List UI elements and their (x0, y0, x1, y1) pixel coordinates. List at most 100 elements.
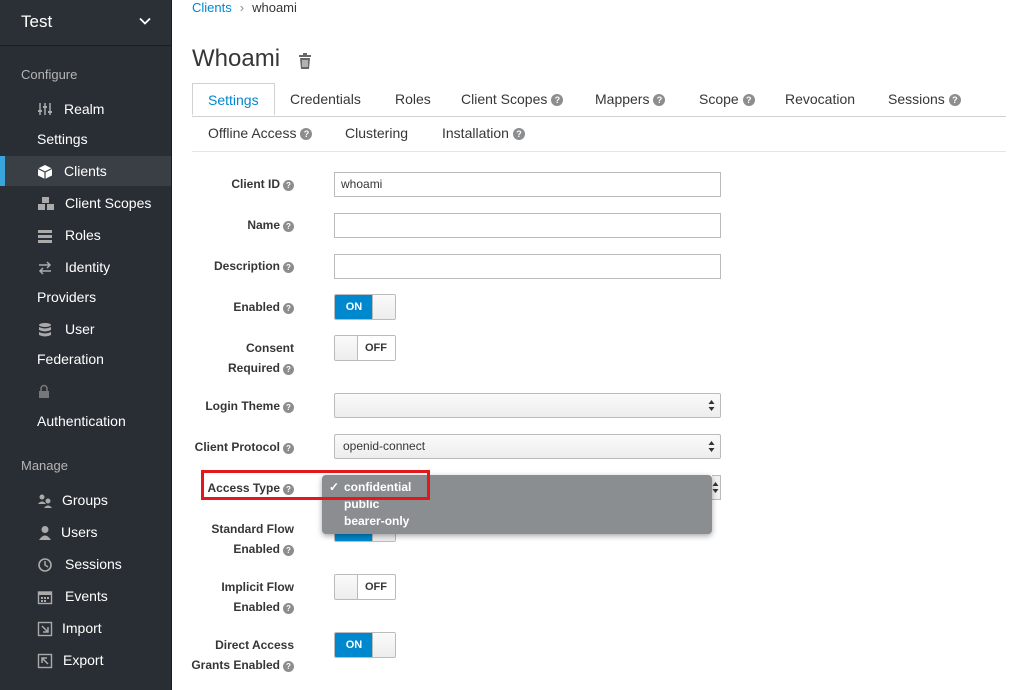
help-icon: ? (283, 221, 294, 232)
enabled-toggle[interactable]: ON (334, 294, 396, 320)
breadcrumb-clients-link[interactable]: Clients (192, 0, 232, 15)
client-id-input[interactable]: whoami (334, 172, 721, 197)
sidebar-item-label: Roles (65, 227, 101, 243)
sidebar-item-identity-providers[interactable]: Identity Providers (0, 252, 171, 312)
name-label: Name? (247, 215, 294, 235)
sidebar-item-label: Groups (62, 492, 108, 508)
main-content: Clients › whoami Whoami Settings Credentia… (172, 0, 1027, 690)
toggle-knob (335, 575, 358, 599)
tab-divider (192, 116, 1006, 117)
sidebar-item-roles[interactable]: Roles (0, 220, 171, 250)
tab-credentials[interactable]: Credentials (290, 83, 361, 116)
breadcrumb: Clients › whoami (192, 0, 297, 15)
client-protocol-select[interactable]: openid-connect (334, 434, 721, 459)
login-theme-label: Login Theme? (205, 396, 294, 416)
tab-label: Mappers (595, 91, 650, 107)
tab-clustering[interactable]: Clustering (345, 117, 408, 150)
sidebar-item-label-2: Federation (37, 351, 104, 367)
description-label: Description? (214, 256, 294, 276)
sidebar-item-sessions[interactable]: Sessions (0, 549, 171, 579)
standard-flow-label-2: Enabled? (233, 539, 294, 559)
user-icon (39, 526, 51, 540)
implicit-flow-toggle[interactable]: OFF (334, 574, 396, 600)
access-type-select[interactable] (712, 475, 721, 500)
dropdown-option-bearer-only[interactable]: bearer-only (344, 514, 409, 528)
sidebar-item-user-federation[interactable]: User Federation (0, 314, 171, 374)
description-input[interactable] (334, 254, 721, 279)
sidebar-item-client-scopes[interactable]: Client Scopes (0, 188, 171, 218)
tab-label: Revocation (785, 91, 856, 107)
select-arrows-icon (712, 482, 719, 493)
sidebar-item-authentication[interactable]: Authentication (0, 376, 171, 436)
sidebar-item-realm-settings[interactable]: Realm Settings (0, 96, 171, 156)
consent-label-1: Consent (246, 341, 294, 355)
breadcrumb-separator: › (239, 0, 245, 15)
sidebar-item-label-2: Settings (37, 131, 88, 147)
sidebar-item-export[interactable]: Export (0, 645, 171, 675)
tab-sessions[interactable]: Sessions? (888, 83, 961, 116)
import-icon (37, 621, 53, 637)
manage-section-title: Manage (21, 458, 68, 473)
tab-settings[interactable]: Settings (192, 83, 275, 116)
tab-scope[interactable]: Scope? (699, 83, 755, 116)
tab-label: Installation (442, 125, 509, 141)
cube-icon (37, 165, 53, 179)
direct-access-label-1: Direct Access (215, 638, 294, 652)
sidebar-item-label-2: Providers (37, 289, 97, 305)
tab-label: Settings (208, 92, 259, 108)
help-icon: ? (283, 545, 294, 556)
chevron-down-icon (139, 17, 151, 25)
sidebar-item-label: Sessions (65, 556, 122, 572)
client-id-label: Client ID? (231, 174, 294, 194)
name-input[interactable] (334, 213, 721, 238)
exchange-icon (38, 261, 52, 275)
sidebar-item-label: User (65, 321, 95, 337)
tab-label: Client Scopes (461, 91, 548, 107)
login-theme-select[interactable] (334, 393, 721, 418)
trash-icon[interactable] (296, 52, 314, 70)
client-protocol-label: Client Protocol? (195, 437, 294, 457)
help-icon: ? (283, 443, 294, 454)
configure-section-title: Configure (21, 67, 78, 82)
sidebar-item-events[interactable]: Events (0, 581, 171, 611)
toggle-off-label: OFF (365, 581, 387, 593)
realm-name: Test (21, 12, 53, 31)
annotation-highlight-box (201, 470, 430, 500)
sidebar-item-label: Identity (65, 259, 111, 275)
sidebar-item-label: Events (65, 588, 108, 604)
toggle-knob (372, 633, 395, 657)
tab-client-scopes[interactable]: Client Scopes? (461, 83, 564, 116)
help-icon: ? (283, 603, 294, 614)
sliders-icon (38, 103, 52, 115)
sidebar-item-label-2: Authentication (37, 413, 126, 429)
standard-flow-label-1: Standard Flow (211, 522, 294, 536)
implicit-flow-label-2: Enabled? (233, 597, 294, 617)
tab-revocation[interactable]: Revocation (785, 83, 855, 116)
help-icon: ? (283, 661, 294, 672)
tab-roles[interactable]: Roles (395, 83, 431, 116)
sidebar-item-import[interactable]: Import (0, 613, 171, 643)
tab-installation[interactable]: Installation? (442, 117, 525, 150)
direct-access-toggle[interactable]: ON (334, 632, 396, 658)
cubes-icon (38, 197, 54, 210)
sidebar-item-users[interactable]: Users (0, 517, 171, 547)
tab-label: Sessions (888, 91, 945, 107)
help-icon: ? (283, 303, 294, 314)
toggle-on-label: ON (335, 633, 373, 657)
lock-icon (39, 384, 49, 398)
realm-selector[interactable]: Test (0, 0, 171, 46)
help-icon: ? (283, 262, 294, 273)
clock-icon (38, 558, 52, 572)
help-icon: ? (283, 364, 294, 375)
sidebar-item-label: Import (62, 620, 102, 636)
sidebar-item-clients[interactable]: Clients (0, 156, 171, 186)
consent-required-toggle[interactable]: OFF (334, 335, 396, 361)
tab-label: Credentials (290, 91, 361, 107)
toggle-on-label: ON (335, 295, 373, 319)
tab-label: Roles (395, 91, 431, 107)
tab-mappers[interactable]: Mappers? (595, 83, 666, 116)
sidebar-item-groups[interactable]: Groups (0, 485, 171, 515)
tab-label: Clustering (345, 125, 409, 141)
tab-offline-access[interactable]: Offline Access? (208, 117, 313, 150)
select-value: openid-connect (343, 439, 426, 453)
